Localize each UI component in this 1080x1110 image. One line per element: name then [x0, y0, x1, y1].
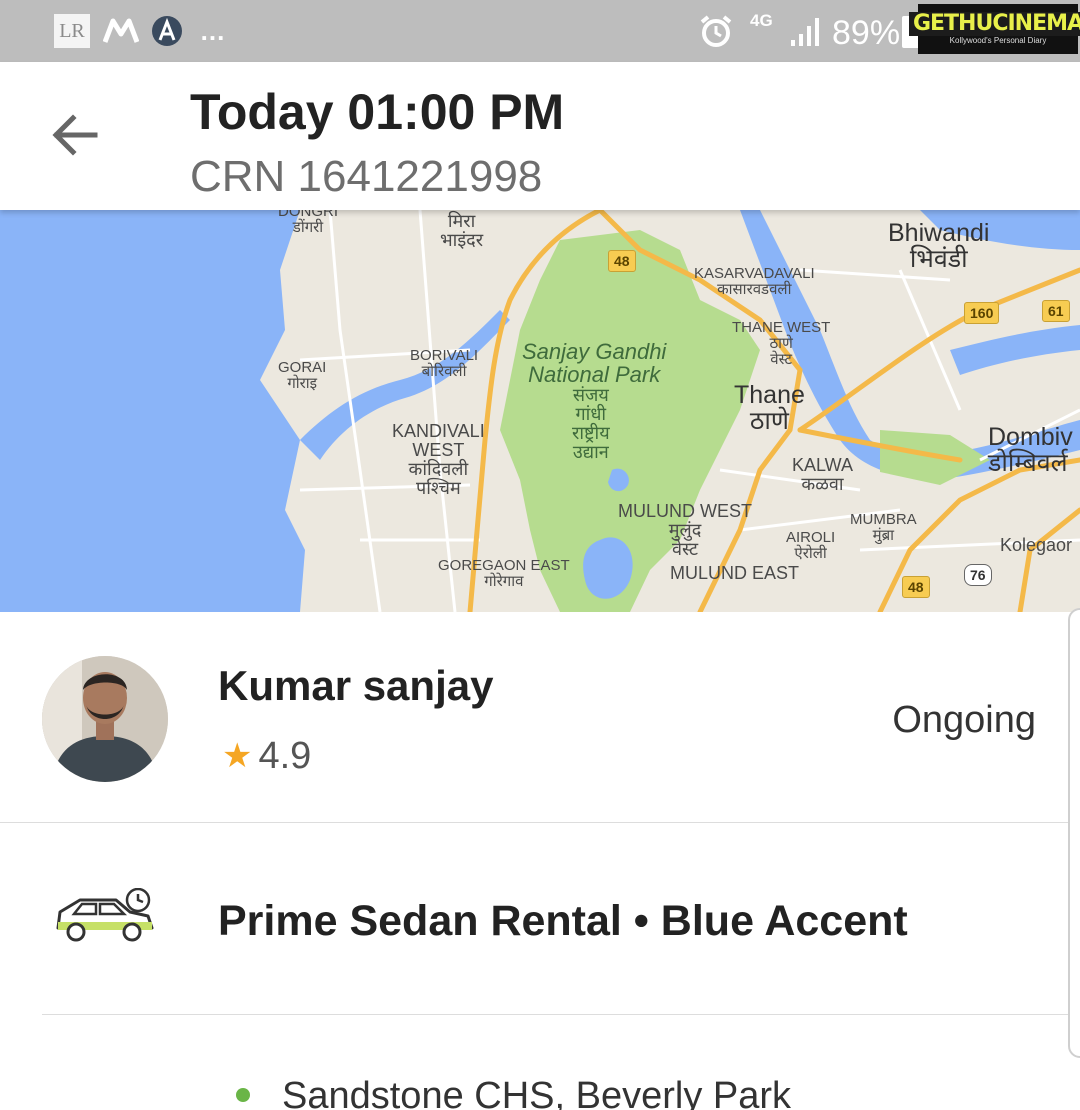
- star-icon: ★: [222, 737, 253, 775]
- map-label-kolegaon: Kolegaor: [1000, 535, 1073, 555]
- road-badge-61: 61: [1042, 300, 1070, 322]
- ride-category-row: Prime Sedan Rental • Blue Accent: [0, 824, 1080, 1016]
- map-label-mumbra: MUMBRA मुंब्रा: [850, 511, 917, 544]
- lr-app-icon: LR: [54, 14, 90, 48]
- driver-rating: ★ 4.9: [222, 734, 311, 778]
- pickup-address: Sandstone CHS, Beverly Park: [282, 1075, 792, 1110]
- map-label-borivali: BORIVALI बोरिवली: [410, 347, 479, 380]
- a-app-icon: [150, 14, 184, 48]
- map-label-kandivali: KANDIVALI WEST कांदिवली पश्चिम: [392, 421, 485, 498]
- car-clock-icon: [54, 887, 158, 944]
- ride-category-label: Prime Sedan Rental • Blue Accent: [218, 897, 908, 945]
- map-label-dombivli: Dombiv डोम्बिवर्ल: [988, 423, 1073, 478]
- m-app-icon: [102, 14, 140, 48]
- map-label-thane-west: THANE WEST ठाणे वेस्ट: [732, 319, 831, 368]
- map-label-kasarvadavali: KASARVADAVALI कासारवडवली: [694, 265, 815, 298]
- section-divider: [42, 1014, 1080, 1015]
- driver-info-row[interactable]: Kumar sanjay ★ 4.9 Ongoing: [0, 612, 1080, 823]
- watermark-subtitle: Kollywood's Personal Diary: [949, 36, 1047, 45]
- side-panel-edge[interactable]: [1068, 608, 1080, 1058]
- map-label-dongri: DONGRI डोंगरी: [278, 210, 338, 236]
- map-label-national-park-mr: संजय गांधी राष्ट्रीय उद्यान: [572, 385, 610, 462]
- map-label-airoli: AIROLI ऐरोली: [786, 529, 836, 562]
- map-label-mira: मिरा भाइंदर: [440, 211, 484, 250]
- battery-percentage: 89%: [832, 14, 901, 52]
- driver-name: Kumar sanjay: [218, 662, 494, 709]
- map-label-gorai: GORAI गोराइ: [278, 359, 327, 392]
- route-map[interactable]: DONGRI डोंगरी मिरा भाइंदर Bhiwandi भिवंडी K…: [0, 210, 1080, 612]
- map-label-national-park: Sanjay Gandhi National Park: [522, 339, 667, 388]
- road-badge-48-south: 48: [902, 576, 930, 598]
- rating-value: 4.9: [258, 735, 312, 777]
- more-notifications-icon: ...: [200, 15, 226, 46]
- signal-icon: [788, 14, 824, 48]
- map-label-mulund-east: MULUND EAST: [670, 563, 800, 583]
- map-label-goregaon-east: GOREGAON EAST गोरेगाव: [438, 557, 570, 590]
- driver-avatar: [42, 656, 168, 782]
- crn-number: CRN 1641221998: [190, 152, 543, 201]
- status-bar: LR ... 4G 89% GETHUCINEMA Kollywood's Pe…: [0, 0, 1080, 62]
- map-label-mulund-west: MULUND WEST मुलुंद वेस्ट: [618, 501, 752, 559]
- road-badge-48: 48: [608, 250, 636, 272]
- arrow-left-icon[interactable]: [51, 111, 99, 159]
- map-label-bhiwandi: Bhiwandi भिवंडी: [888, 219, 990, 274]
- watermark-logo: GETHUCINEMA Kollywood's Personal Diary: [908, 4, 1080, 54]
- map-label-thane: Thane ठाणे: [734, 381, 805, 436]
- pickup-dot-icon: [236, 1088, 250, 1102]
- road-badge-76: 76: [964, 564, 992, 586]
- trip-header: Today 01:00 PM CRN 1641221998: [0, 62, 1080, 210]
- back-button[interactable]: [46, 106, 104, 164]
- alarm-icon: [698, 14, 734, 48]
- network-type-label: 4G: [750, 11, 773, 30]
- road-badge-160: 160: [964, 302, 1000, 324]
- trip-status: Ongoing: [892, 699, 1036, 741]
- trip-time-title: Today 01:00 PM: [190, 84, 565, 140]
- map-label-kalwa: KALWA कळवा: [792, 455, 854, 494]
- watermark-title: GETHUCINEMA: [908, 12, 1080, 36]
